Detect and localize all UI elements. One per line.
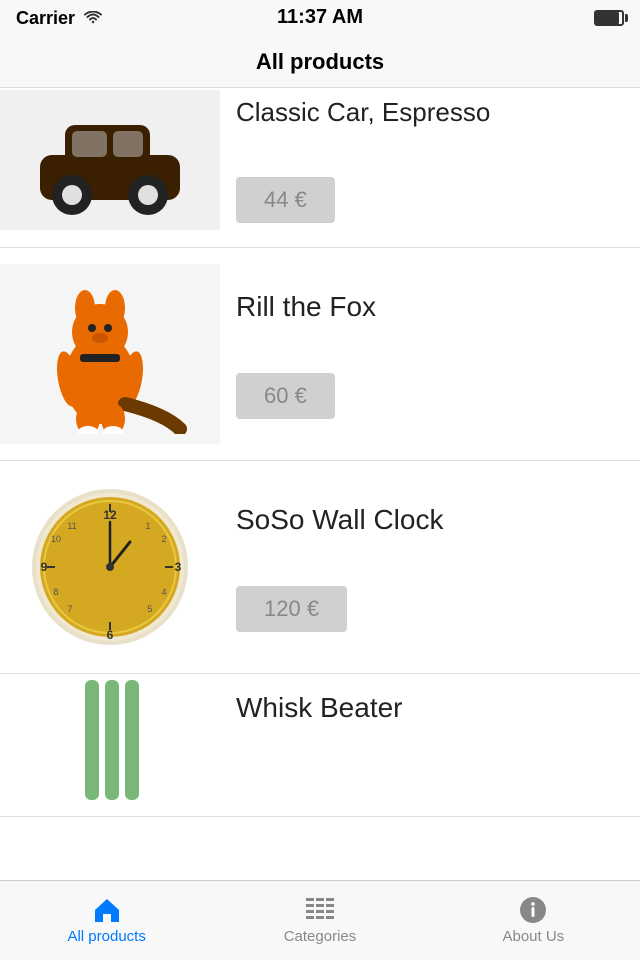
battery-icon (594, 10, 624, 26)
svg-text:2: 2 (161, 534, 166, 544)
carrier-info: Carrier (16, 8, 103, 29)
product-image (0, 90, 220, 230)
product-image (0, 264, 220, 444)
product-info: Classic Car, Espresso 44 € (236, 96, 640, 224)
nav-bar: All products (0, 36, 640, 88)
product-name: Whisk Beater (236, 690, 640, 726)
svg-text:11: 11 (67, 521, 76, 531)
tab-bar: All products Categories About Us (0, 880, 640, 960)
svg-text:3: 3 (175, 560, 182, 574)
tab-categories[interactable]: Categories (213, 881, 426, 960)
home-icon (91, 896, 123, 924)
product-list: Classic Car, Espresso 44 € (0, 88, 640, 880)
page-title: All products (256, 49, 384, 75)
product-info: Rill the Fox 60 € (236, 289, 640, 419)
list-item[interactable]: Whisk Beater (0, 674, 640, 817)
list-item[interactable]: Classic Car, Espresso 44 € (0, 88, 640, 248)
carrier-label: Carrier (16, 8, 75, 29)
info-icon (519, 896, 547, 924)
product-name: Classic Car, Espresso (236, 96, 640, 130)
tab-all-products[interactable]: All products (0, 881, 213, 960)
product-price[interactable]: 60 € (236, 373, 335, 419)
list-item[interactable]: 12 3 6 9 1 2 4 5 7 8 10 11 (0, 461, 640, 674)
tab-about-us[interactable]: About Us (427, 881, 640, 960)
product-name: Rill the Fox (236, 289, 640, 325)
svg-text:1: 1 (145, 521, 150, 531)
clock-image: 12 3 6 9 1 2 4 5 7 8 10 11 (30, 487, 190, 647)
product-name: SoSo Wall Clock (236, 502, 640, 538)
product-info: Whisk Beater (236, 690, 640, 726)
status-bar: Carrier 11:37 AM (0, 0, 640, 36)
grid-icon (304, 896, 336, 924)
status-time: 11:37 AM (277, 6, 363, 29)
tab-categories-label: Categories (284, 928, 357, 945)
fox-image (20, 274, 200, 434)
svg-text:8: 8 (53, 587, 58, 597)
whisk-image (30, 680, 190, 800)
tab-all-products-label: All products (67, 928, 145, 945)
status-right (594, 10, 624, 26)
product-info: SoSo Wall Clock 120 € (236, 502, 640, 632)
car-image (20, 105, 200, 215)
svg-text:12: 12 (103, 508, 117, 522)
svg-text:9: 9 (41, 560, 48, 574)
product-price[interactable]: 120 € (236, 586, 347, 632)
svg-text:5: 5 (147, 604, 152, 614)
svg-text:10: 10 (51, 534, 61, 544)
list-item[interactable]: Rill the Fox 60 € (0, 248, 640, 461)
product-image: 12 3 6 9 1 2 4 5 7 8 10 11 (0, 477, 220, 657)
wifi-icon (83, 11, 103, 25)
svg-text:6: 6 (107, 628, 114, 642)
svg-text:7: 7 (67, 604, 72, 614)
svg-text:4: 4 (161, 587, 166, 597)
product-price[interactable]: 44 € (236, 177, 335, 223)
tab-about-us-label: About Us (502, 928, 564, 945)
product-image (0, 690, 220, 800)
